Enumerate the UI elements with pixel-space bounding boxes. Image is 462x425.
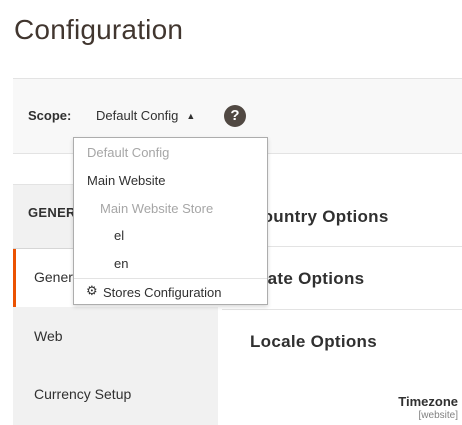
scope-dropdown-menu: Default Config Main Website Main Website… [73, 137, 268, 305]
scope-option-label: Default Config [87, 145, 170, 160]
scope-option-en[interactable]: en [74, 251, 267, 275]
scope-option-el[interactable]: el [74, 223, 267, 247]
section-country-options[interactable]: Country Options [250, 207, 389, 227]
dropdown-divider [74, 278, 267, 279]
scope-current-value: Default Config [96, 108, 179, 123]
stores-configuration-label: Stores Configuration [103, 285, 222, 300]
scope-label: Scope: [28, 108, 72, 123]
scope-option-label: Main Website [87, 173, 166, 188]
sidebar-item-label: Currency Setup [34, 386, 132, 402]
scope-option-main-website[interactable]: Main Website [74, 168, 267, 192]
stores-configuration-link[interactable]: ⚙ Stores Configuration [74, 280, 267, 304]
sidebar-item-label: Web [34, 328, 63, 344]
sidebar-item-currency-setup[interactable]: Currency Setup [13, 366, 218, 424]
timezone-scope: [website] [418, 410, 458, 421]
caret-up-icon: ▲ [186, 111, 196, 121]
scope-switcher-button[interactable]: Default Config ▲ [96, 108, 195, 123]
help-icon[interactable]: ? [224, 105, 246, 127]
section-divider [222, 309, 462, 310]
scope-option-default-config: Default Config [74, 140, 267, 164]
scope-option-label: el [114, 228, 125, 243]
timezone-label: Timezone [398, 394, 458, 409]
gear-icon: ⚙ [86, 283, 98, 298]
page-title: Configuration [14, 14, 184, 45]
section-locale-options[interactable]: Locale Options [250, 332, 377, 352]
scope-option-label: Main Website Store [100, 201, 214, 216]
scope-option-main-website-store: Main Website Store [74, 196, 267, 220]
sidebar-item-web[interactable]: Web [13, 308, 218, 366]
scope-option-label: en [114, 256, 129, 271]
